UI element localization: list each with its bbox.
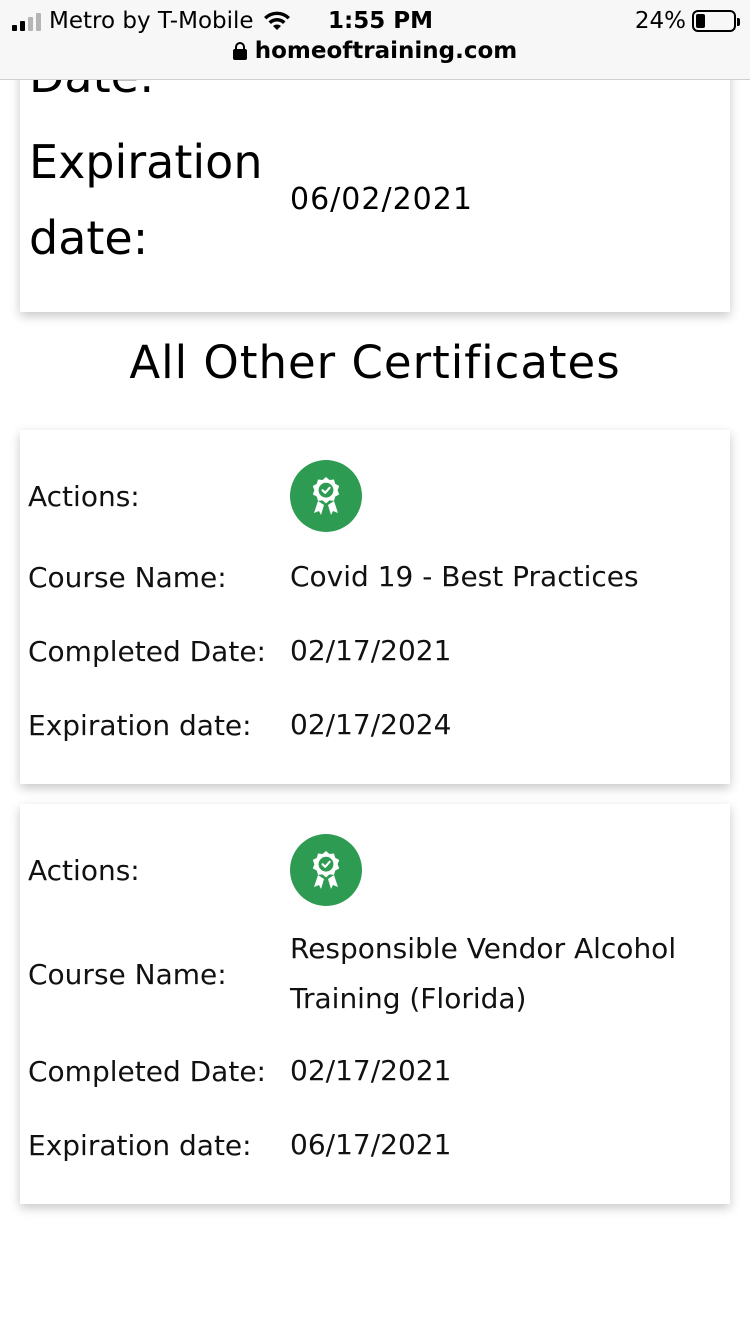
course-name-row: Course Name: Responsible Vendor Alcohol … <box>28 924 720 1024</box>
actions-label: Actions: <box>28 479 140 513</box>
certificate-card: Actions: Course Name: Covid 19 - Best Pr… <box>20 430 730 784</box>
url-text[interactable]: homeoftraining.com <box>255 38 518 64</box>
carrier-area: Metro by T-Mobile <box>12 8 292 34</box>
carrier-name: Metro by T-Mobile <box>49 8 254 34</box>
wifi-icon <box>263 11 290 30</box>
completed-date-row: Completed Date: 02/17/2021 <box>28 626 720 676</box>
course-name-value: Responsible Vendor Alcohol Training (Flo… <box>290 932 677 1015</box>
actions-label: Actions: <box>28 853 140 887</box>
battery-area: 24% <box>634 8 740 34</box>
expiration-date-label: Expiration date: <box>28 1128 252 1162</box>
course-name-row: Course Name: Covid 19 - Best Practices <box>28 552 720 602</box>
course-name-label: Course Name: <box>28 957 227 991</box>
lock-icon <box>232 42 247 60</box>
address-bar[interactable]: homeoftraining.com <box>0 38 750 64</box>
battery-level <box>696 14 705 28</box>
actions-row: Actions: <box>28 834 720 906</box>
course-name-label: Course Name: <box>28 560 227 594</box>
completed-date-label: Completed Date: <box>28 634 266 668</box>
status-bar: Metro by T-Mobile 1:55 PM 24% homeoftrai… <box>0 0 750 80</box>
expiration-date-label: Expiration date: <box>29 135 263 265</box>
battery-icon <box>692 10 740 32</box>
view-certificate-button[interactable] <box>290 834 362 906</box>
certificate-badge-icon <box>312 851 340 889</box>
cellular-signal-icon <box>12 11 41 31</box>
completed-date-value: 02/17/2021 <box>290 1054 452 1087</box>
battery-percent: 24% <box>634 8 686 34</box>
expiration-date-row: Expiration date: 06/17/2021 <box>28 1120 720 1170</box>
completed-date-row: Completed Date: 02/17/2021 <box>28 1046 720 1096</box>
view-certificate-button[interactable] <box>290 460 362 532</box>
expiration-date-value: 06/02/2021 <box>290 182 473 217</box>
expiration-date-label: Expiration date: <box>28 708 252 742</box>
expiration-date-row: Expiration date: 02/17/2024 <box>28 700 720 750</box>
actions-row: Actions: <box>28 460 720 532</box>
completed-date-label: Completed Date: <box>28 1054 266 1088</box>
completed-date-value: 02/17/2021 <box>290 634 452 667</box>
section-title: All Other Certificates <box>129 336 621 389</box>
certificate-card: Actions: Course Name: Responsible Vendor… <box>20 804 730 1204</box>
expiration-date-value: 06/17/2021 <box>290 1128 452 1161</box>
expiration-date-value: 02/17/2024 <box>290 708 452 741</box>
course-name-value: Covid 19 - Best Practices <box>290 560 639 593</box>
certificate-badge-icon <box>312 477 340 515</box>
clock: 1:55 PM <box>328 8 433 34</box>
